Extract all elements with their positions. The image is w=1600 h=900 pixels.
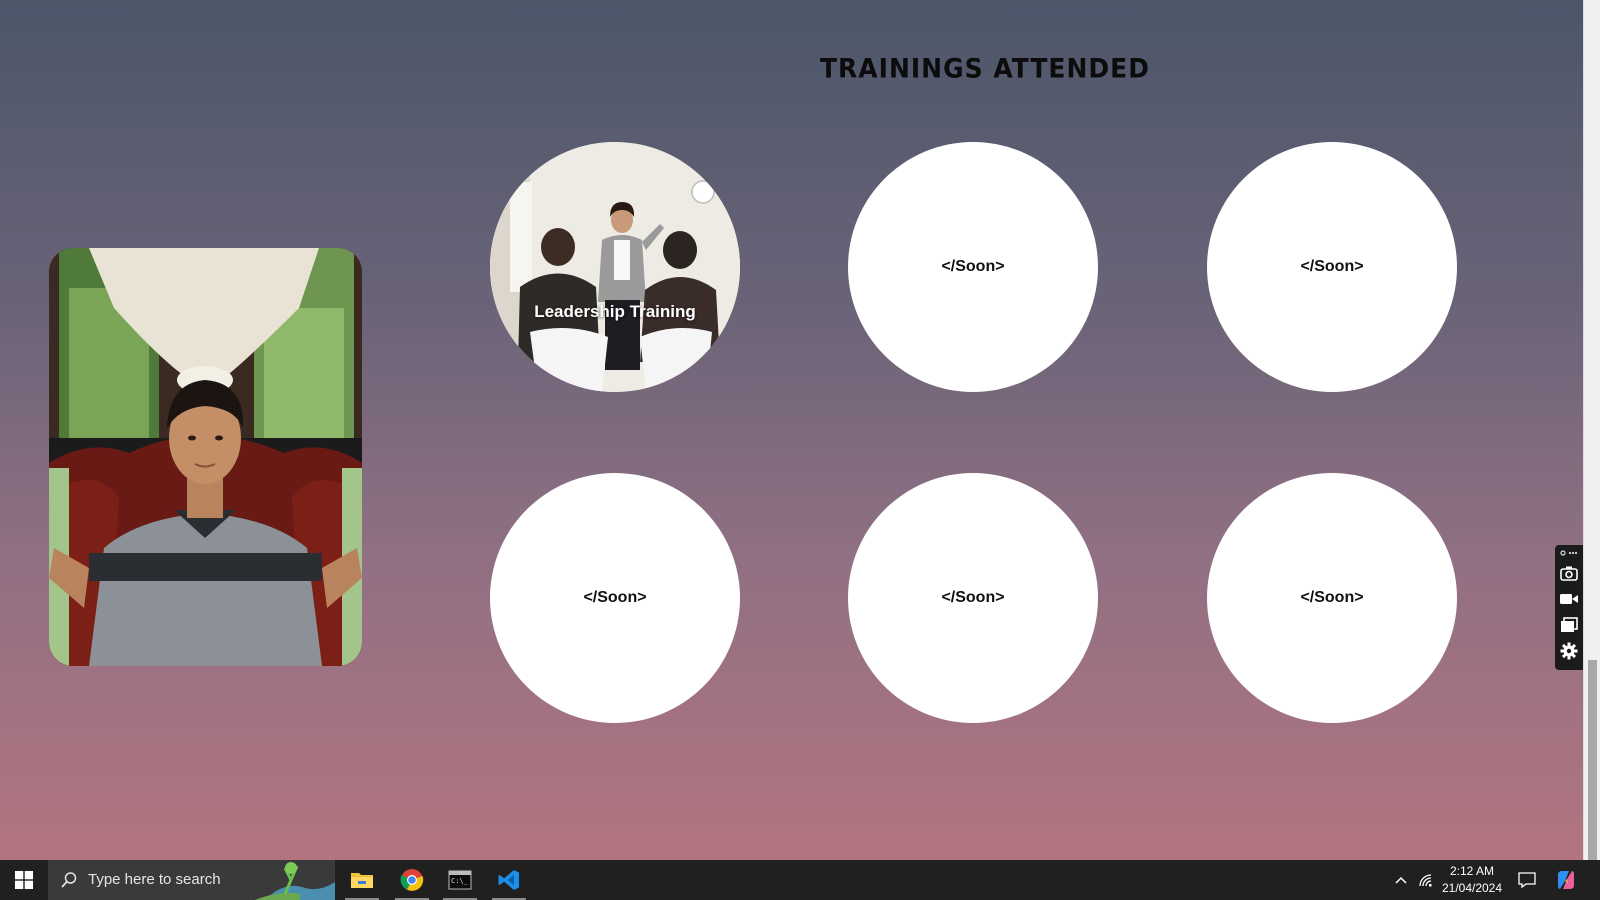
training-card-soon[interactable]: </Soon> xyxy=(848,473,1098,723)
person-photo-icon xyxy=(49,248,362,666)
window-icon[interactable] xyxy=(1558,612,1580,638)
search-placeholder: Type here to search xyxy=(88,871,221,888)
training-card-leadership[interactable]: Leadership Training xyxy=(490,142,740,392)
taskbar-search[interactable]: Type here to search xyxy=(48,860,335,900)
training-label: Leadership Training xyxy=(534,302,696,321)
vscode-icon[interactable] xyxy=(486,860,532,900)
copilot-icon[interactable] xyxy=(1552,860,1580,900)
clock-date: 21/04/2024 xyxy=(1441,881,1503,895)
soon-label: </Soon> xyxy=(1300,258,1364,275)
clock-time: 2:12 AM xyxy=(1449,864,1495,878)
file-explorer-icon[interactable] xyxy=(339,860,385,900)
training-card-soon[interactable]: </Soon> xyxy=(1207,142,1457,392)
soon-label: </Soon> xyxy=(941,589,1005,606)
notification-icon[interactable] xyxy=(1514,860,1540,900)
training-photo-icon xyxy=(490,142,740,392)
capture-toolbar xyxy=(1555,545,1583,670)
scrollbar-thumb[interactable] xyxy=(1588,660,1597,860)
profile-photo xyxy=(49,248,362,666)
page-viewport: TRAININGS ATTENDED Leadership Training <… xyxy=(0,0,1583,860)
taskbar-clock[interactable]: 2:12 AM 21/04/2024 xyxy=(1432,863,1512,897)
chrome-icon[interactable] xyxy=(389,860,435,900)
windows-start-icon[interactable] xyxy=(0,860,48,900)
search-icon xyxy=(60,871,78,893)
training-card-soon[interactable]: </Soon> xyxy=(490,473,740,723)
training-card-soon[interactable]: </Soon> xyxy=(848,142,1098,392)
vertical-scrollbar[interactable] xyxy=(1583,0,1600,860)
soon-label: </Soon> xyxy=(583,589,647,606)
section-title: TRAININGS ATTENDED xyxy=(820,53,1150,84)
camera-icon[interactable] xyxy=(1558,560,1580,586)
gear-icon[interactable] xyxy=(1558,638,1580,664)
training-card-soon[interactable]: </Soon> xyxy=(1207,473,1457,723)
terminal-icon[interactable]: C:\_ xyxy=(437,860,483,900)
search-highlight-icon xyxy=(255,860,335,900)
chevron-up-icon[interactable] xyxy=(1390,860,1412,900)
soon-label: </Soon> xyxy=(941,258,1005,275)
taskbar: Type here to search C:\_ 2:12 AM 21/04/2… xyxy=(0,860,1600,900)
soon-label: </Soon> xyxy=(1300,589,1364,606)
video-icon[interactable] xyxy=(1558,586,1580,612)
svg-text:C:\_: C:\_ xyxy=(451,877,469,885)
toolbar-more-icon[interactable] xyxy=(1560,548,1578,560)
